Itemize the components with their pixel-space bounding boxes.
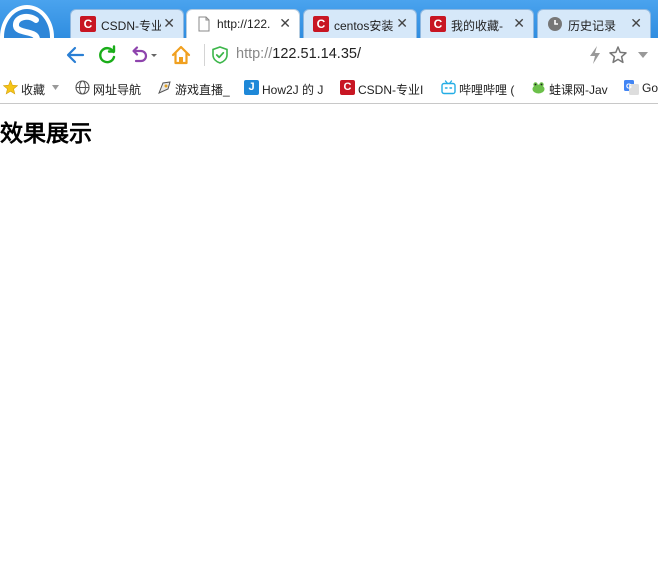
home-icon[interactable] [170, 44, 192, 66]
bookmark-how2j[interactable]: J How2J 的 J [244, 80, 330, 97]
bookmark-url-nav[interactable]: 网址导航 [75, 80, 145, 97]
tab-title: 我的收藏- [451, 19, 503, 33]
tab-centos[interactable]: C centos安装 ✕ [303, 9, 417, 38]
tab-active-page[interactable]: http://122. ✕ [186, 9, 300, 38]
secure-shield-icon[interactable] [212, 46, 228, 64]
reload-icon[interactable] [96, 44, 118, 66]
back-arrow-icon[interactable] [64, 44, 86, 66]
tab-title: http://122. [217, 17, 271, 31]
undo-close-tab-icon[interactable] [128, 44, 158, 66]
close-tab-icon[interactable]: ✕ [279, 15, 291, 32]
bookmark-wake[interactable]: 蛙课网-Jav [531, 80, 615, 97]
page-heading: 效果展示 [0, 121, 92, 147]
tab-title: 历史记录 [568, 19, 617, 33]
star-icon [3, 80, 18, 95]
address-bar-input[interactable]: http://122.51.14.35/ [236, 46, 361, 62]
toolbar-divider [204, 44, 205, 66]
page-icon [198, 16, 210, 32]
chevron-down-icon[interactable] [638, 52, 648, 58]
bookmarks-bar: 收藏 网址导航 游戏直播_ J How2J 的 J C CSDN-专业I 哔哩哔… [0, 73, 658, 104]
bookmark-game-live[interactable]: 游戏直播_ [157, 80, 235, 97]
close-tab-icon[interactable]: ✕ [513, 15, 525, 32]
lightning-icon[interactable] [586, 45, 604, 65]
tab-title: CSDN-专业 [101, 19, 161, 33]
bookmark-label: CSDN-专业I [358, 83, 424, 97]
tab-title: centos安装 [334, 19, 394, 33]
globe-icon [75, 80, 90, 95]
game-icon [158, 81, 171, 94]
bookmark-google[interactable]: G Go [624, 80, 658, 96]
bookmark-label: 哔哩哔哩 ( [459, 83, 515, 97]
url-host: 122.51.14.35/ [272, 46, 361, 62]
frog-icon [532, 82, 545, 94]
history-clock-icon [548, 17, 562, 31]
url-scheme: http:// [236, 46, 273, 62]
bookmark-star-icon[interactable] [609, 45, 627, 65]
csdn-icon: C [313, 16, 329, 32]
navigation-toolbar: http://122.51.14.35/ [0, 38, 658, 71]
csdn-icon: C [430, 16, 446, 32]
bookmark-favorites[interactable]: 收藏 [3, 80, 63, 97]
bookmark-csdn[interactable]: C CSDN-专业I [340, 80, 428, 97]
tab-history[interactable]: 历史记录 ✕ [537, 9, 651, 38]
close-tab-icon[interactable]: ✕ [630, 15, 642, 32]
how2j-icon: J [244, 80, 259, 95]
bookmark-label: How2J 的 J [262, 83, 324, 97]
svg-text:G: G [626, 82, 632, 91]
bookmark-label: Go [642, 81, 658, 95]
google-translate-icon: G [624, 80, 639, 95]
tab-favorites[interactable]: C 我的收藏- ✕ [420, 9, 534, 38]
bookmark-label: 网址导航 [93, 83, 142, 97]
chevron-down-icon [52, 85, 59, 90]
csdn-icon: C [340, 80, 355, 95]
bookmark-bilibili[interactable]: 哔哩哔哩 ( [441, 80, 521, 97]
browser-logo-icon[interactable] [0, 5, 54, 38]
tab-csdn[interactable]: C CSDN-专业 ✕ [70, 9, 184, 38]
tab-strip: C CSDN-专业 ✕ http://122. ✕ C centos安装 ✕ C… [0, 0, 658, 38]
bookmark-label: 收藏 [21, 83, 46, 97]
close-tab-icon[interactable]: ✕ [163, 15, 175, 32]
close-tab-icon[interactable]: ✕ [396, 15, 408, 32]
bookmark-label: 游戏直播_ [175, 83, 230, 97]
bookmark-label: 蛙课网-Jav [549, 83, 608, 97]
bilibili-icon [441, 80, 456, 95]
csdn-icon: C [80, 16, 96, 32]
